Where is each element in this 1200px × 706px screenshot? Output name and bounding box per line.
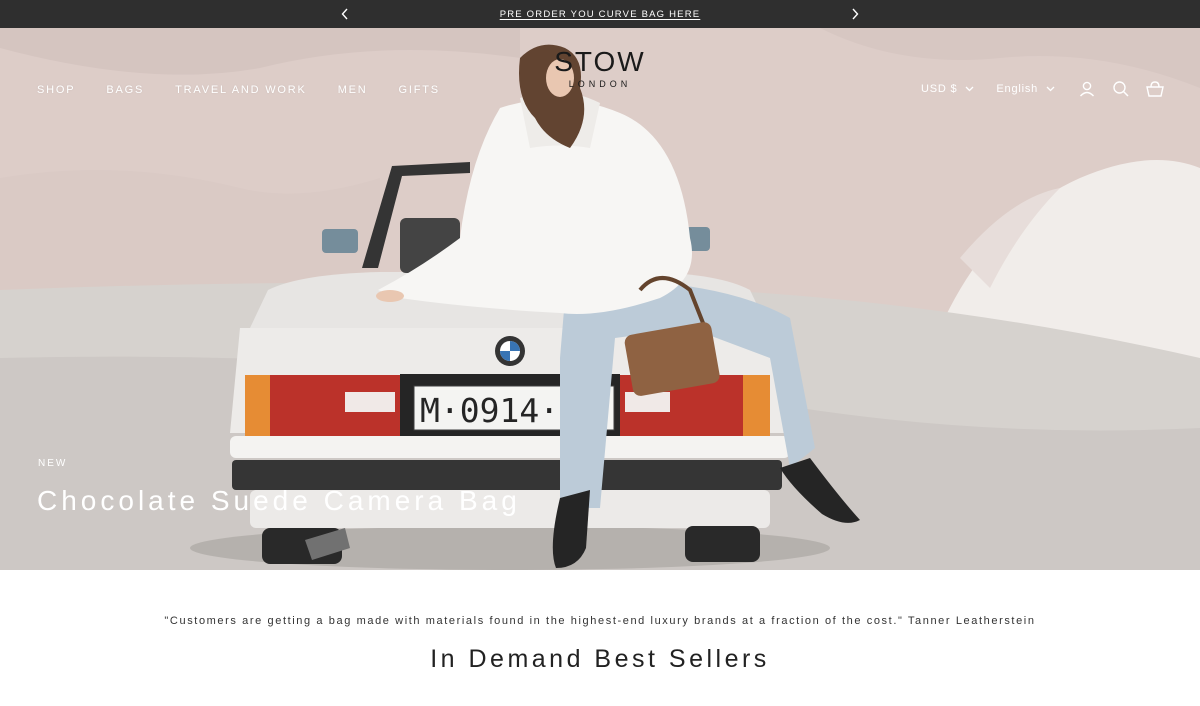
chevron-right-icon[interactable]	[847, 6, 863, 22]
hero-eyebrow: NEW	[38, 458, 68, 469]
language-selector[interactable]: English	[996, 83, 1055, 95]
announcement-bar: PRE ORDER YOU CURVE BAG HERE	[0, 0, 1200, 28]
press-quote: "Customers are getting a bag made with m…	[164, 615, 1036, 627]
main-nav: SHOP BAGS TRAVEL AND WORK MEN GIFTS	[37, 84, 471, 96]
hero-banner[interactable]: M·0914·C SHOP BAGS TRAVEL AND WORK MEN G…	[0, 28, 1200, 570]
search-icon[interactable]	[1111, 79, 1131, 99]
nav-item-shop[interactable]: SHOP	[37, 84, 75, 96]
language-label: English	[996, 83, 1039, 95]
chevron-down-icon	[1046, 86, 1055, 92]
header-utilities: USD $ English	[921, 80, 1165, 98]
nav-item-gifts[interactable]: GIFTS	[399, 84, 440, 96]
hero-title[interactable]: Chocolate Suede Camera Bag	[37, 485, 521, 517]
site-logo[interactable]: STOW LONDON	[540, 47, 660, 90]
nav-item-travel-and-work[interactable]: TRAVEL AND WORK	[175, 84, 307, 96]
nav-item-bags[interactable]: BAGS	[106, 84, 144, 96]
nav-item-men[interactable]: MEN	[338, 84, 368, 96]
section-title: In Demand Best Sellers	[430, 645, 770, 673]
cart-icon[interactable]	[1145, 79, 1165, 99]
logo-wordmark: STOW	[554, 46, 646, 77]
currency-selector[interactable]: USD $	[921, 83, 974, 95]
chevron-down-icon	[965, 86, 974, 92]
account-icon[interactable]	[1077, 79, 1097, 99]
currency-label: USD $	[921, 83, 958, 95]
announcement-link[interactable]: PRE ORDER YOU CURVE BAG HERE	[500, 9, 701, 20]
chevron-left-icon[interactable]	[337, 6, 353, 22]
logo-subtitle: LONDON	[568, 79, 632, 89]
